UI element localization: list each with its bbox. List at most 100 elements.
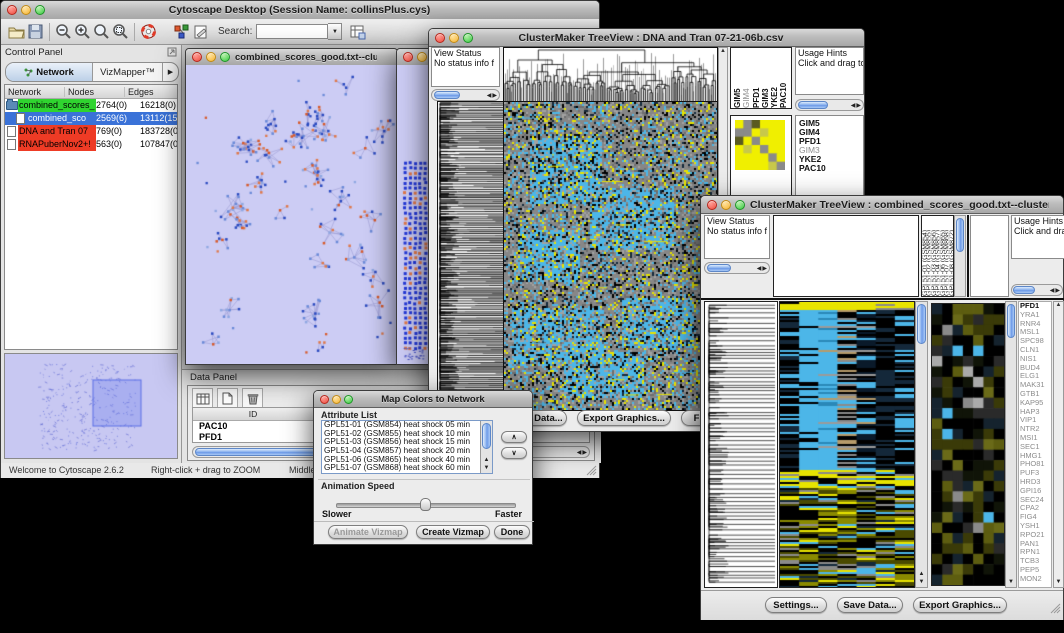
gene-label[interactable]: CLN1 — [1020, 346, 1051, 355]
gene-label[interactable]: NIS1 — [1020, 355, 1051, 364]
tv1-row-dendrogram[interactable] — [437, 101, 505, 411]
gene-label[interactable]: RPN1 — [1020, 548, 1051, 557]
network-row[interactable]: combined_scores_ 2764(0) 16218(0) — [5, 99, 177, 112]
help-lifesaver-icon[interactable] — [139, 22, 158, 41]
attribute-list[interactable]: GPL51-01 (GSM854) heat shock 05 minGPL51… — [321, 420, 493, 474]
new-attribute-icon[interactable] — [217, 388, 238, 409]
zoom-button[interactable] — [344, 395, 353, 404]
gene-label[interactable]: PAN1 — [1020, 540, 1051, 549]
gene-label[interactable]: PFD1 — [799, 137, 863, 146]
tv1-usage-hscrollbar[interactable]: ◀▶ — [795, 99, 864, 111]
gene-label[interactable]: KAP95 — [1020, 399, 1051, 408]
minimize-button[interactable] — [21, 5, 31, 15]
attribute-list-item[interactable]: GPL51-03 (GSM856) heat shock 15 min — [322, 438, 480, 447]
zoom-button[interactable] — [220, 52, 230, 62]
gene-label[interactable]: PAC10 — [799, 164, 863, 173]
gene-label[interactable]: MSI1 — [1020, 434, 1051, 443]
gene-label[interactable]: PUF3 — [1020, 469, 1051, 478]
gene-label[interactable]: GPI16 — [1020, 487, 1051, 496]
gene-label[interactable]: GIM3 — [799, 146, 863, 155]
gene-label[interactable]: HRD3 — [1020, 478, 1051, 487]
column-header[interactable]: Network — [5, 87, 65, 97]
export-graphics-button[interactable]: Export Graphics... — [913, 597, 1007, 613]
tv2-usage-hscrollbar[interactable]: ◀▶ — [1011, 284, 1063, 296]
search-dropdown-arrow[interactable]: ▼ — [328, 23, 342, 40]
gene-label[interactable]: MAK31 — [1020, 381, 1051, 390]
create-vizmap-button[interactable]: Create Vizmap — [416, 525, 490, 539]
tv2-zoom-vscrollbar[interactable]: ▼ — [1005, 301, 1017, 588]
resize-grip[interactable] — [1049, 601, 1061, 619]
column-label[interactable]: GPL51-07 (GSM868) — [944, 216, 948, 296]
gene-label[interactable]: PHO81 — [1020, 460, 1051, 469]
minimize-button[interactable] — [206, 52, 216, 62]
close-button[interactable] — [403, 52, 413, 62]
gene-label[interactable]: YKE2 — [799, 155, 863, 164]
gene-label[interactable]: FIG4 — [1020, 513, 1051, 522]
zoom-in-icon[interactable] — [73, 22, 92, 41]
tv1-similarity-matrix[interactable] — [735, 120, 785, 170]
attribute-list-item[interactable]: GPL51-07 (GSM868) heat shock 60 min — [322, 464, 480, 473]
column-label[interactable]: PAC10 — [779, 48, 788, 108]
attribute-browser-icon[interactable] — [348, 22, 367, 41]
zoom-button[interactable] — [735, 200, 745, 210]
close-button[interactable] — [192, 52, 202, 62]
column-label[interactable]: GPL51-08 (GSM872) — [949, 216, 953, 296]
tab-network[interactable]: Network — [6, 63, 93, 81]
delete-attribute-icon[interactable] — [242, 388, 263, 409]
minimize-button[interactable] — [417, 52, 427, 62]
gene-label[interactable]: VIP1 — [1020, 416, 1051, 425]
gene-label[interactable]: PFD1 — [1020, 302, 1051, 311]
tv2-left-hscrollbar[interactable]: ◀▶ — [704, 262, 770, 274]
attribute-list-item[interactable]: GPL51-01 (GSM854) heat shock 05 min — [322, 421, 480, 430]
gene-label[interactable]: PEP5 — [1020, 566, 1051, 575]
attribute-list-item[interactable]: GPL51-06 (GSM865) heat shock 40 min — [322, 456, 480, 465]
close-button[interactable] — [707, 200, 717, 210]
select-attributes-icon[interactable] — [192, 388, 213, 409]
column-header[interactable]: Nodes — [65, 87, 125, 97]
gene-label[interactable]: CPA2 — [1020, 504, 1051, 513]
attribute-list-item[interactable]: GPL51-02 (GSM855) heat shock 10 min — [322, 430, 480, 439]
save-icon[interactable] — [26, 22, 45, 41]
node-attribute-browser-tab[interactable]: Node Attribute Brows — [216, 460, 326, 461]
column-header[interactable]: Edges — [125, 87, 178, 97]
zoom-selected-icon[interactable] — [92, 22, 111, 41]
minimize-button[interactable] — [332, 395, 341, 404]
vizmapper-icon[interactable] — [172, 22, 191, 41]
tv1-left-hscrollbar[interactable]: ◀▶ — [431, 89, 500, 101]
zoom-out-icon[interactable] — [54, 22, 73, 41]
settings-button[interactable]: Settings... — [765, 597, 827, 613]
gene-label[interactable]: HMG1 — [1020, 452, 1051, 461]
network-overview-panel[interactable] — [4, 353, 178, 459]
gene-label[interactable]: RNR4 — [1020, 320, 1051, 329]
gene-label[interactable]: MSL1 — [1020, 328, 1051, 337]
tv1-heatmap[interactable] — [503, 101, 718, 411]
tab-overflow-arrow[interactable]: ▶ — [163, 63, 178, 81]
tv2-top-dendrogram-space[interactable] — [773, 215, 919, 297]
gene-label[interactable]: NTR2 — [1020, 425, 1051, 434]
move-up-button[interactable]: ∧ — [501, 431, 527, 443]
column-label[interactable]: GIM5 — [733, 48, 742, 108]
tv2-heatmap[interactable] — [779, 301, 915, 588]
gene-label[interactable]: GTB1 — [1020, 390, 1051, 399]
tv1-export-graphics-button[interactable]: Export Graphics... — [577, 410, 671, 426]
gene-label[interactable]: HAP3 — [1020, 408, 1051, 417]
zoom-button[interactable] — [35, 5, 45, 15]
slider-thumb[interactable] — [420, 498, 431, 511]
network-row[interactable]: DNA and Tran 07 769(0) 183728(0) — [5, 125, 177, 138]
minimize-button[interactable] — [449, 33, 459, 43]
network-overview-canvas[interactable] — [5, 354, 177, 458]
tv2-row-dendrogram[interactable] — [704, 301, 778, 588]
float-panel-icon[interactable] — [167, 44, 177, 62]
animate-vizmap-button[interactable]: Animate Vizmap — [328, 525, 408, 539]
done-button[interactable]: Done — [494, 525, 530, 539]
gene-label[interactable]: SEC24 — [1020, 496, 1051, 505]
network-view-canvas[interactable] — [186, 65, 397, 364]
treeview2-titlebar[interactable]: ClusterMaker TreeView : combined_scores_… — [701, 196, 1063, 214]
minimize-button[interactable] — [721, 200, 731, 210]
move-down-button[interactable]: ∨ — [501, 447, 527, 459]
column-label[interactable]: PFD1 — [752, 48, 761, 108]
close-button[interactable] — [435, 33, 445, 43]
network-row[interactable]: RNAPuberNov2+! 563(0) 107847(0) — [5, 138, 177, 151]
tv2-heatmap-vscrollbar[interactable]: ▲ ▼ — [915, 301, 928, 588]
gene-label[interactable]: ELG1 — [1020, 372, 1051, 381]
